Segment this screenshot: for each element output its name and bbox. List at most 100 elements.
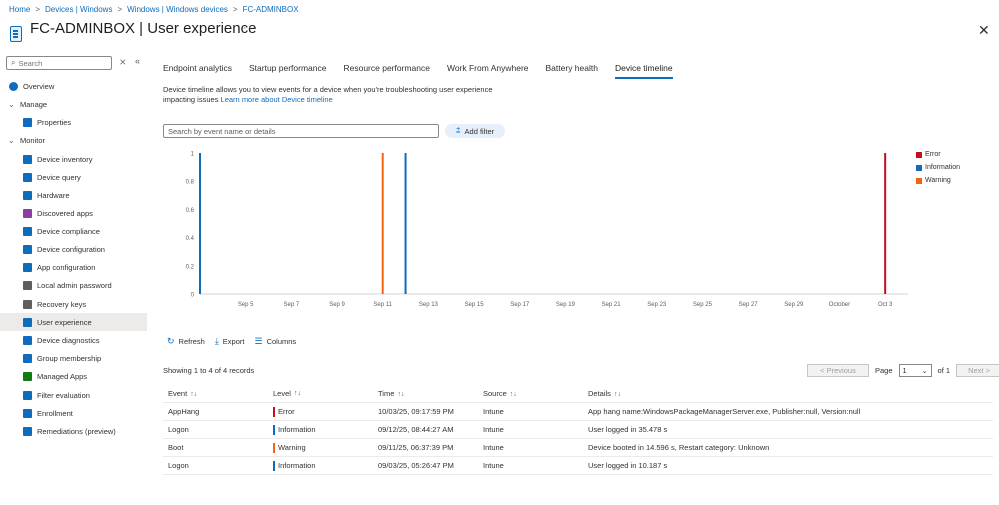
sidebar-item-label: Device inventory bbox=[37, 154, 93, 164]
sidebar-search[interactable]: ⌕ bbox=[6, 56, 112, 70]
export-button[interactable]: ⤓ Export bbox=[215, 336, 245, 347]
y-tick-label: 0.6 bbox=[186, 208, 195, 214]
cell-details: App hang name:WindowsPackageManagerServe… bbox=[588, 407, 861, 416]
tab-endpoint-analytics[interactable]: Endpoint analytics bbox=[163, 63, 232, 79]
event-search-input[interactable]: Search by event name or details bbox=[163, 124, 439, 138]
table-row[interactable]: Boot Warning 09/11/25, 06:37:39 PM Intune De… bbox=[163, 439, 993, 457]
columns-button[interactable]: ☰ Columns bbox=[254, 336, 296, 347]
sidebar-item-hardware[interactable]: Hardware bbox=[0, 186, 147, 204]
x-tick-label: Sep 7 bbox=[284, 302, 300, 308]
sidebar-item-device-inventory[interactable]: Device inventory bbox=[0, 150, 147, 168]
tab-resource-performance[interactable]: Resource performance bbox=[343, 63, 429, 79]
breadcrumb-home[interactable]: Home bbox=[9, 5, 30, 14]
user-experience-icon bbox=[23, 317, 32, 327]
event-bar-error bbox=[884, 153, 887, 294]
tab-device-timeline[interactable]: Device timeline bbox=[614, 63, 673, 79]
table-row[interactable]: Logon Information 09/12/25, 08:44:27 AM Int… bbox=[163, 421, 993, 439]
x-tick-label: Sep 9 bbox=[329, 302, 345, 308]
header-time-label: Time bbox=[378, 389, 395, 398]
sidebar-item-device-configuration[interactable]: Device configuration bbox=[0, 240, 147, 258]
configuration-icon bbox=[23, 244, 32, 254]
sidebar-item-managed-apps[interactable]: Managed Apps bbox=[0, 367, 147, 385]
table-row[interactable]: Logon Information 09/03/25, 05:26:47 PM Int… bbox=[163, 457, 993, 475]
learn-more-link[interactable]: Learn more about Device timeline bbox=[221, 95, 333, 104]
close-button[interactable]: ✕ bbox=[978, 22, 990, 39]
sidebar-item-label: App configuration bbox=[37, 262, 96, 272]
group-icon bbox=[23, 353, 32, 363]
sidebar-search-input[interactable] bbox=[18, 58, 104, 68]
header-details[interactable]: Details ↑↓ bbox=[583, 389, 993, 398]
chevron-down-icon[interactable]: ⌄ bbox=[8, 136, 20, 145]
sidebar-item-device-query[interactable]: Device query bbox=[0, 168, 147, 186]
previous-page-button[interactable]: < Previous bbox=[807, 364, 869, 377]
tab-startup-performance[interactable]: Startup performance bbox=[249, 63, 326, 79]
x-tick-label: Sep 25 bbox=[693, 302, 713, 308]
legend-label: Warning bbox=[925, 177, 951, 184]
sidebar-item-device-diagnostics[interactable]: Device diagnostics bbox=[0, 331, 147, 349]
legend-item-information: Information bbox=[916, 161, 960, 174]
page-select[interactable]: 1 ⌄ bbox=[898, 364, 932, 377]
level-indicator bbox=[273, 442, 275, 453]
event-bar-information bbox=[404, 153, 407, 294]
events-table: Event ↑↓ Level ↑↓ Time ↑↓ Source ↑↓ Details ↑… bbox=[163, 385, 993, 475]
table-toolbar: ↻ Refresh ⤓ Export ☰ Columns bbox=[167, 336, 296, 347]
cell-level-label: Information bbox=[278, 461, 316, 470]
cell-time: 09/12/25, 08:44:27 AM bbox=[378, 425, 454, 434]
sidebar-item-user-experience[interactable]: User experience bbox=[0, 313, 147, 331]
sidebar-item-discovered-apps[interactable]: Discovered apps bbox=[0, 204, 147, 222]
sidebar-item-filter-evaluation[interactable]: Filter evaluation bbox=[0, 386, 147, 404]
sort-icon: ↑↓ bbox=[397, 391, 405, 398]
sidebar-item-label: Group membership bbox=[37, 353, 102, 363]
sidebar-item-remediations-preview[interactable]: Remediations (preview) bbox=[0, 422, 147, 440]
columns-label: Columns bbox=[266, 337, 297, 346]
breadcrumb-separator: > bbox=[117, 5, 123, 14]
sidebar-item-app-configuration[interactable]: App configuration bbox=[0, 258, 147, 276]
header-level-label: Level bbox=[273, 389, 291, 398]
sidebar-item-overview[interactable]: Overview bbox=[0, 77, 147, 95]
table-row[interactable]: AppHang Error 10/03/25, 09:17:59 PM Intune A… bbox=[163, 403, 993, 421]
sidebar-item-enrollment[interactable]: Enrollment bbox=[0, 404, 147, 422]
more-options-button[interactable]: ··· bbox=[243, 22, 257, 34]
sidebar-item-label: Device configuration bbox=[37, 244, 105, 254]
next-page-button[interactable]: Next > bbox=[956, 364, 999, 377]
sidebar-item-device-compliance[interactable]: Device compliance bbox=[0, 222, 147, 240]
chart-legend: Error Information Warning bbox=[916, 148, 960, 187]
sidebar-section-manage[interactable]: ⌄ Manage bbox=[0, 95, 147, 113]
breadcrumb-device[interactable]: FC-ADMINBOX bbox=[243, 5, 299, 14]
header-level[interactable]: Level ↑↓ bbox=[268, 389, 373, 398]
collapse-sidebar-icon[interactable]: « bbox=[135, 56, 140, 66]
cell-source: Intune bbox=[483, 407, 504, 416]
sidebar-item-label: Overview bbox=[23, 81, 55, 91]
add-filter-button[interactable]: ⩲ Add filter bbox=[445, 124, 505, 138]
header-source[interactable]: Source ↑↓ bbox=[478, 389, 583, 398]
level-indicator bbox=[273, 406, 275, 417]
refresh-button[interactable]: ↻ Refresh bbox=[167, 336, 205, 347]
cell-time: 10/03/25, 09:17:59 PM bbox=[378, 407, 454, 416]
tab-battery-health[interactable]: Battery health bbox=[546, 63, 598, 79]
breadcrumb-windows-devices[interactable]: Windows | Windows devices bbox=[127, 5, 228, 14]
tab-work-from-anywhere[interactable]: Work From Anywhere bbox=[447, 63, 529, 79]
cell-event: Logon bbox=[168, 461, 189, 470]
cell-level: Error bbox=[268, 406, 373, 417]
clear-search-icon[interactable]: ⨯ bbox=[119, 57, 127, 68]
x-tick-label: Sep 23 bbox=[647, 302, 667, 308]
sidebar-section-monitor[interactable]: ⌄ Monitor bbox=[0, 131, 147, 149]
sort-icon: ↑↓ bbox=[613, 391, 621, 398]
timeline-description: Device timeline allows you to view event… bbox=[163, 85, 503, 105]
sidebar-item-recovery-keys[interactable]: Recovery keys bbox=[0, 295, 147, 313]
page-label: Page bbox=[875, 366, 893, 375]
sidebar-item-properties[interactable]: Properties bbox=[0, 113, 147, 131]
level-indicator bbox=[273, 424, 275, 435]
chevron-down-icon[interactable]: ⌄ bbox=[8, 100, 20, 109]
sidebar-item-local-admin-password[interactable]: Local admin password bbox=[0, 276, 147, 294]
sidebar-item-group-membership[interactable]: Group membership bbox=[0, 349, 147, 367]
breadcrumb-separator: > bbox=[232, 5, 238, 14]
x-tick-label: Sep 29 bbox=[784, 302, 804, 308]
search-icon: ⌕ bbox=[11, 58, 16, 67]
header-source-label: Source bbox=[483, 389, 507, 398]
header-time[interactable]: Time ↑↓ bbox=[373, 389, 478, 398]
cell-level: Information bbox=[268, 460, 373, 471]
header-event[interactable]: Event ↑↓ bbox=[163, 389, 268, 398]
export-label: Export bbox=[222, 337, 245, 346]
breadcrumb-devices-windows[interactable]: Devices | Windows bbox=[45, 5, 112, 14]
